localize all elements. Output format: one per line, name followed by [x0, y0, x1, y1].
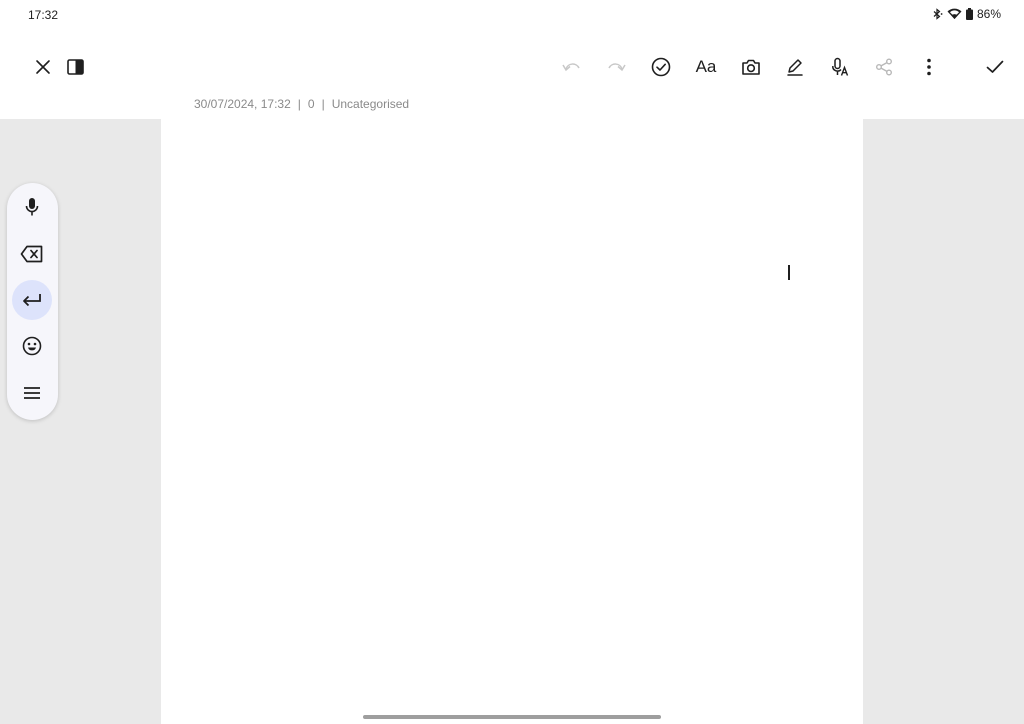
- enter-button[interactable]: [12, 280, 52, 320]
- status-icons: 86%: [931, 7, 1001, 21]
- char-count: 0: [307, 97, 315, 111]
- battery-icon: [965, 8, 973, 20]
- note-meta: 30/07/2024, 17:32 | 0 | Uncategorised: [194, 97, 409, 111]
- category-link[interactable]: Uncategorised: [332, 97, 409, 111]
- status-time: 17:32: [28, 8, 59, 22]
- more-options-button[interactable]: [907, 45, 951, 89]
- bluetooth-icon: [931, 8, 943, 20]
- close-icon: [35, 59, 51, 75]
- home-indicator[interactable]: [363, 715, 661, 719]
- done-icon: [986, 60, 1004, 74]
- floating-input-palette: [7, 183, 58, 420]
- menu-icon: [23, 386, 41, 400]
- share-button[interactable]: [862, 45, 906, 89]
- side-panel-button[interactable]: [53, 45, 97, 89]
- status-bar: 17:32 86%: [0, 0, 1024, 30]
- meta-separator: |: [321, 97, 325, 111]
- voice-input-button[interactable]: [12, 187, 52, 227]
- redo-icon: [606, 60, 626, 74]
- voice-to-text-icon: [830, 57, 850, 77]
- note-datetime: 30/07/2024, 17:32: [194, 97, 291, 111]
- backspace-button[interactable]: [12, 234, 52, 274]
- side-panel-icon: [66, 59, 84, 75]
- pen-button[interactable]: [773, 45, 817, 89]
- emoji-icon: [22, 336, 42, 356]
- palette-menu-button[interactable]: [12, 373, 52, 413]
- done-button[interactable]: [973, 45, 1017, 89]
- emoji-button[interactable]: [12, 326, 52, 366]
- wifi-icon: [947, 8, 962, 20]
- enter-icon: [22, 293, 42, 307]
- meta-separator: |: [297, 97, 301, 111]
- camera-button[interactable]: [729, 45, 773, 89]
- share-icon: [875, 58, 893, 76]
- redo-button[interactable]: [594, 45, 638, 89]
- backspace-icon: [20, 245, 44, 263]
- note-editor-screen: 17:32 86% Aa 30/07/2024, 17:32 | 0 | Unc…: [0, 0, 1024, 724]
- more-options-icon: [926, 58, 932, 76]
- undo-icon: [562, 60, 582, 74]
- microphone-icon: [25, 197, 39, 217]
- battery-percent: 86%: [976, 7, 1001, 21]
- pen-icon: [785, 57, 805, 77]
- checklist-icon: [651, 57, 671, 77]
- text-cursor: [788, 265, 790, 280]
- checklist-button[interactable]: [639, 45, 683, 89]
- voice-to-text-button[interactable]: [818, 45, 862, 89]
- text-format-label: Aa: [695, 57, 717, 76]
- undo-button[interactable]: [550, 45, 594, 89]
- note-page[interactable]: [161, 119, 863, 724]
- camera-icon: [741, 58, 761, 76]
- text-format-button[interactable]: Aa: [684, 45, 728, 89]
- editor-toolbar: Aa: [0, 45, 1024, 89]
